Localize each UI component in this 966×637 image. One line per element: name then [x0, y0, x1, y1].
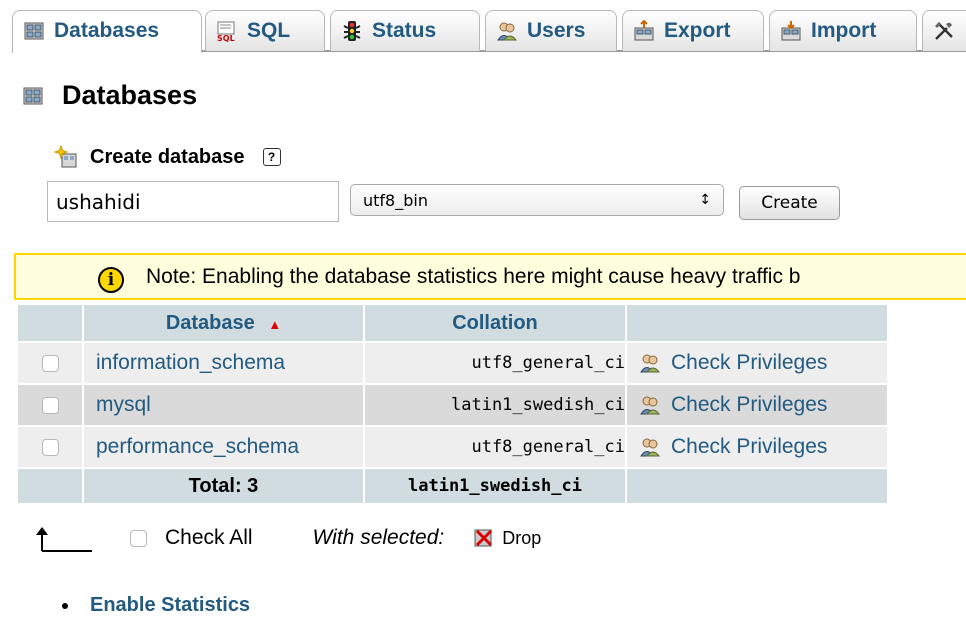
page-title: Databases [22, 80, 197, 111]
check-all-label[interactable]: Check All [165, 526, 253, 550]
import-icon [781, 21, 801, 41]
tab-databases[interactable]: Databases [12, 10, 202, 53]
header-actions [627, 305, 889, 341]
sort-ascending-icon: ▲ [268, 316, 282, 332]
tab-sql[interactable]: SQL SQL [205, 10, 325, 51]
tab-operations[interactable] [922, 10, 966, 51]
database-name-input[interactable] [47, 181, 339, 222]
header-collation-label: Collation [452, 311, 538, 334]
tools-icon [935, 22, 953, 40]
status-icon [343, 21, 361, 41]
drop-icon[interactable] [474, 528, 494, 548]
notice-banner: i Note: Enabling the database statistics… [14, 253, 966, 300]
total-count: Total: 3 [84, 467, 365, 503]
table-row: information_schema utf8_general_ci Check… [18, 341, 889, 383]
export-icon [634, 20, 654, 41]
collation-cell: latin1_swedish_ci [365, 383, 627, 425]
collation-select-value: utf8_bin [363, 190, 428, 210]
enable-statistics-link[interactable]: Enable Statistics [62, 594, 250, 617]
header-database[interactable]: Database ▲ [84, 305, 365, 341]
tab-label: Status [372, 19, 437, 42]
bullet-icon [62, 602, 68, 609]
database-icon [24, 22, 44, 40]
create-database-label: Create database [90, 145, 245, 168]
tab-import[interactable]: Import [769, 10, 917, 51]
drop-button[interactable]: Drop [502, 528, 541, 549]
arrow-up-left-icon [36, 527, 92, 552]
new-database-icon [54, 145, 77, 168]
bulk-actions: Check All With selected: Drop [32, 522, 541, 554]
tab-label: Databases [54, 19, 160, 42]
create-database-heading: Create database ? [54, 145, 281, 169]
check-privileges-link[interactable]: Check Privileges [627, 435, 887, 459]
tab-label: SQL [247, 19, 291, 42]
enable-statistics-label: Enable Statistics [90, 594, 251, 616]
row-checkbox[interactable] [41, 438, 59, 456]
check-privileges-link[interactable]: Check Privileges [627, 351, 887, 375]
page-title-text: Databases [62, 80, 198, 110]
with-selected-label: With selected: [312, 526, 445, 549]
svg-text:SQL: SQL [217, 34, 235, 42]
collation-select[interactable]: utf8_bin ↕ [350, 184, 724, 216]
header-database-label: Database [165, 311, 255, 334]
help-icon[interactable]: ? [262, 148, 281, 166]
create-button[interactable]: Create [739, 186, 840, 220]
check-privileges-label: Check Privileges [671, 435, 828, 458]
select-arrows-icon: ↕ [699, 192, 711, 208]
tab-users[interactable]: Users [485, 10, 617, 51]
check-privileges-link[interactable]: Check Privileges [627, 393, 887, 417]
check-privileges-label: Check Privileges [671, 351, 828, 374]
tab-export[interactable]: Export [622, 10, 764, 51]
tab-label: Import [811, 19, 877, 42]
database-icon [23, 87, 43, 104]
database-link[interactable]: performance_schema [84, 435, 299, 458]
info-icon: i [98, 267, 124, 293]
row-checkbox[interactable] [41, 354, 59, 372]
table-header-row: Database ▲ Collation [18, 305, 889, 341]
users-icon [497, 22, 518, 41]
database-link[interactable]: mysql [84, 393, 151, 416]
table-row: mysql latin1_swedish_ci Check Privileges [18, 383, 889, 425]
collation-cell: utf8_general_ci [365, 341, 627, 383]
collation-cell: utf8_general_ci [365, 425, 627, 467]
header-collation[interactable]: Collation [365, 305, 627, 341]
tab-status[interactable]: Status [330, 10, 480, 51]
check-all-checkbox[interactable] [130, 529, 147, 547]
users-icon [640, 354, 661, 373]
database-link[interactable]: information_schema [84, 351, 285, 374]
table-footer-row: Total: 3 latin1_swedish_ci [18, 467, 889, 503]
check-privileges-label: Check Privileges [671, 393, 828, 416]
default-collation: latin1_swedish_ci [365, 467, 627, 503]
users-icon [640, 396, 661, 415]
sql-icon: SQL [217, 21, 235, 42]
tab-label: Users [527, 19, 586, 42]
databases-table: Database ▲ Collation information_schema … [18, 305, 889, 503]
tab-label: Export [664, 19, 731, 42]
notice-text: Note: Enabling the database statistics h… [146, 264, 801, 288]
header-select [18, 305, 84, 341]
tab-bar: Databases SQL SQL Status Users Export Im… [0, 0, 966, 53]
users-icon [640, 438, 661, 457]
row-checkbox[interactable] [41, 396, 59, 414]
table-row: performance_schema utf8_general_ci Check… [18, 425, 889, 467]
